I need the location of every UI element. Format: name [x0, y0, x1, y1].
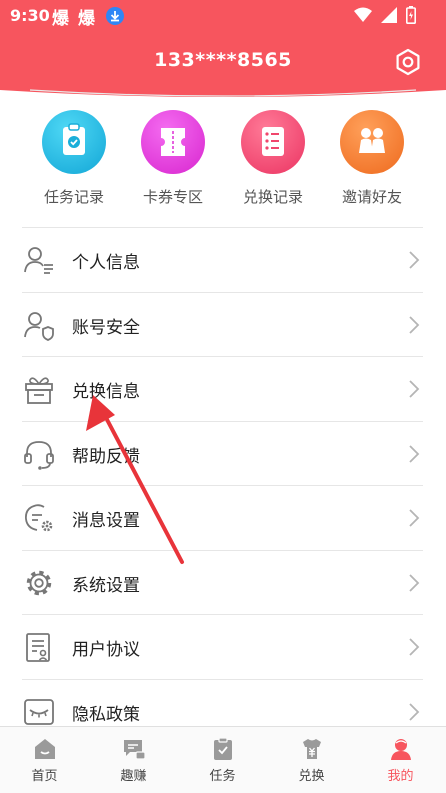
chat-icon — [123, 740, 146, 760]
message-settings-icon — [25, 504, 53, 532]
task-icon — [213, 737, 232, 760]
menu-item-label: 消息设置 — [72, 511, 140, 531]
settings-button[interactable] — [393, 47, 423, 77]
menu-item-help-feedback[interactable]: 帮助反馈 — [22, 420, 423, 486]
clipboard-check-icon — [42, 110, 106, 174]
menu-item-message-settings[interactable]: 消息设置 — [22, 485, 423, 550]
nav-label: 我的 — [387, 769, 414, 784]
chevron-right-icon — [409, 251, 420, 269]
menu-item-label: 帮助反馈 — [72, 446, 140, 467]
privacy-eye-icon — [24, 698, 54, 725]
shortcut-exchange-records[interactable]: 兑换记录 — [223, 110, 323, 207]
document-icon — [26, 633, 50, 662]
headset-icon — [24, 440, 54, 470]
hexagon-settings-icon — [396, 48, 420, 76]
nav-label: 任务 — [209, 769, 236, 784]
menu-item-label: 个人信息 — [72, 253, 140, 273]
list-icon — [241, 110, 305, 174]
gift-icon — [25, 377, 53, 404]
menu-item-label: 系统设置 — [72, 575, 140, 596]
wifi-icon — [354, 7, 372, 22]
menu-item-system-settings[interactable]: 系统设置 — [22, 549, 423, 615]
shortcut-task-records[interactable]: 任务记录 — [24, 110, 124, 207]
settings-menu: 个人信息 账号安全 兑换信息 帮助反馈 消息设置 系统设置 用户协议 隐私政策 — [22, 227, 423, 743]
people-icon — [340, 110, 404, 174]
download-icon — [106, 7, 124, 25]
header-curve — [0, 82, 446, 97]
shortcut-label: 任务记录 — [43, 188, 104, 206]
status-app-icon: 爆 — [78, 9, 95, 29]
nav-label: 趣赚 — [120, 769, 147, 784]
nav-label: 首页 — [31, 769, 58, 784]
menu-item-user-agreement[interactable]: 用户协议 — [22, 614, 423, 679]
chevron-right-icon — [409, 573, 420, 592]
status-app-icon: 爆 — [52, 9, 69, 29]
nav-earn[interactable]: 趣赚 — [89, 727, 178, 793]
status-time: 9:30 — [10, 6, 50, 25]
shortcut-label: 兑换记录 — [242, 188, 303, 206]
gear-icon — [26, 570, 52, 595]
exchange-icon — [302, 739, 321, 759]
nav-exchange[interactable]: 兑换 — [267, 727, 356, 793]
chevron-right-icon — [409, 444, 420, 463]
menu-item-label: 用户协议 — [72, 640, 140, 660]
shortcut-grid: 任务记录 卡券专区 兑换记录 邀请好友 — [0, 110, 446, 222]
chevron-right-icon — [409, 509, 420, 527]
menu-item-personal-info[interactable]: 个人信息 — [22, 227, 423, 292]
menu-item-exchange-info[interactable]: 兑换信息 — [22, 356, 423, 421]
battery-icon — [406, 6, 416, 24]
bottom-navigation: 首页 趣赚 任务 兑换 我的 — [0, 726, 446, 793]
nav-label: 兑换 — [298, 769, 325, 784]
profile-header: 9:30 爆 爆 133****8565 — [0, 0, 446, 90]
menu-item-account-security[interactable]: 账号安全 — [22, 291, 423, 357]
account-phone: 133****8565 — [154, 49, 292, 71]
user-shield-icon — [24, 311, 54, 341]
shortcut-invite-friends[interactable]: 邀请好友 — [322, 110, 422, 207]
user-info-icon — [24, 247, 53, 274]
chevron-right-icon — [409, 638, 420, 656]
home-icon — [34, 739, 55, 759]
shortcut-label: 卡券专区 — [142, 188, 203, 206]
profile-icon — [390, 739, 411, 760]
chevron-right-icon — [409, 702, 420, 721]
menu-item-label: 账号安全 — [72, 317, 140, 338]
chevron-right-icon — [409, 380, 420, 398]
signal-icon — [381, 7, 397, 23]
status-bar: 9:30 爆 爆 — [0, 0, 446, 32]
nav-home[interactable]: 首页 — [0, 727, 89, 793]
chevron-right-icon — [409, 315, 420, 334]
menu-item-label: 隐私政策 — [72, 704, 140, 725]
ticket-icon — [141, 110, 205, 174]
shortcut-label: 邀请好友 — [341, 188, 402, 206]
menu-item-label: 兑换信息 — [72, 382, 140, 402]
nav-tasks[interactable]: 任务 — [178, 727, 267, 793]
shortcut-coupons[interactable]: 卡券专区 — [123, 110, 223, 207]
nav-mine[interactable]: 我的 — [356, 727, 445, 793]
